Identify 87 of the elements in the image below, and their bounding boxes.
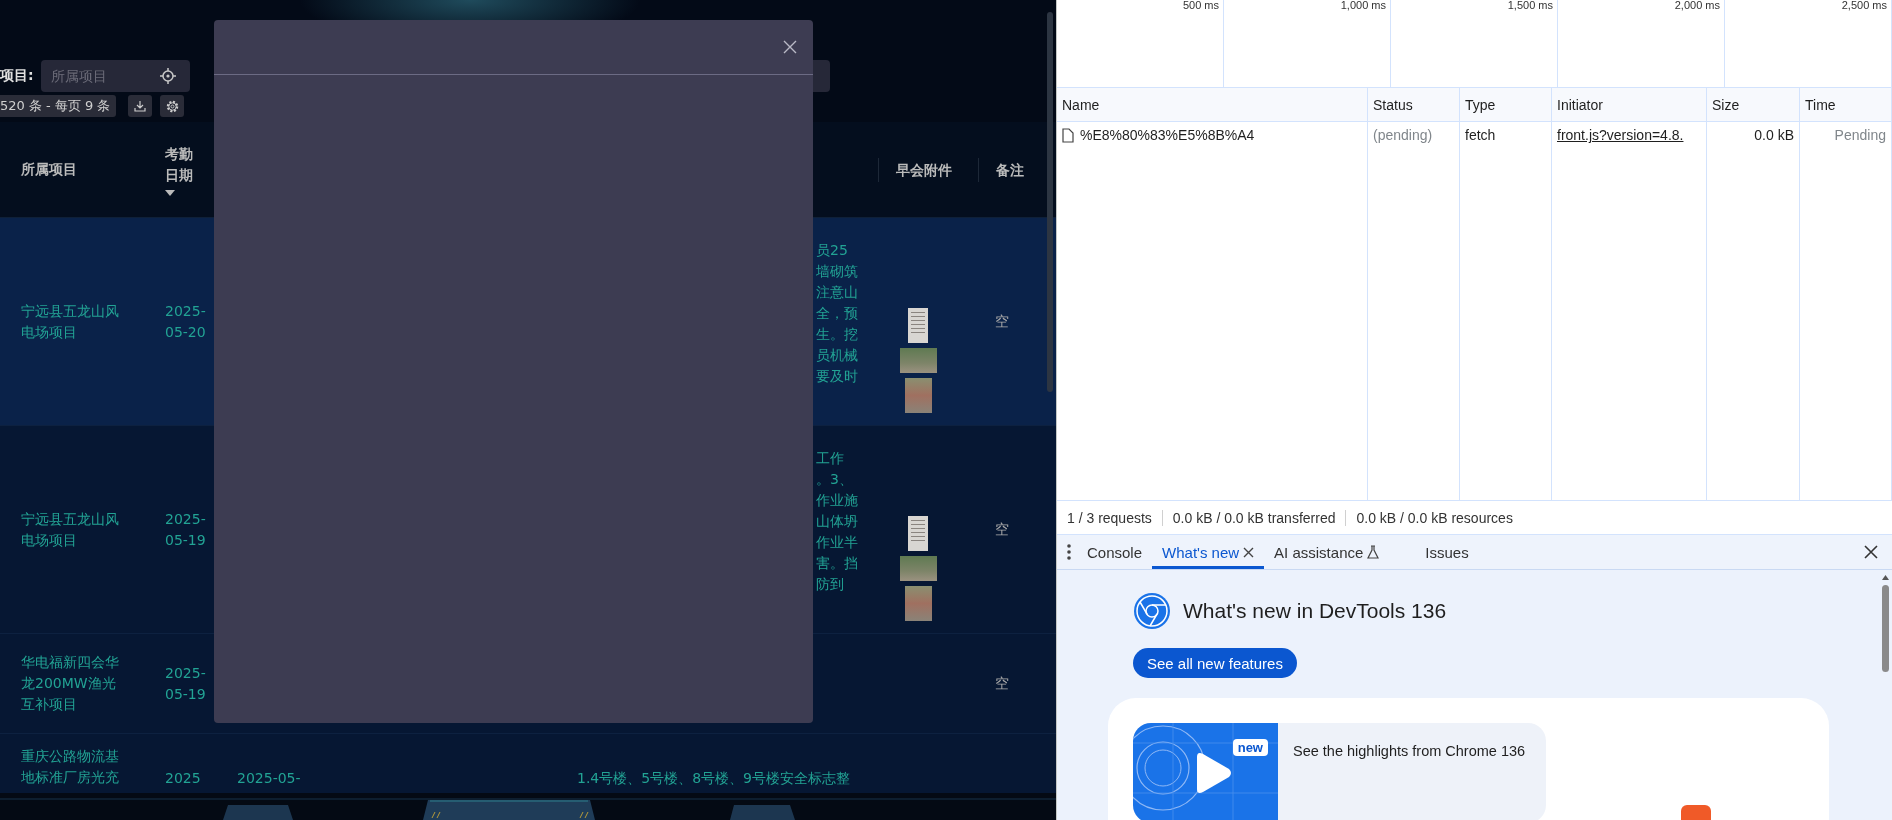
- scroll-up-arrow-icon: [1882, 575, 1889, 580]
- request-type: fetch: [1460, 122, 1552, 148]
- settings-button[interactable]: [160, 95, 185, 117]
- close-icon: [783, 40, 797, 54]
- attendance-date: 2025-05-19: [165, 509, 207, 550]
- description-fragment: 山体坍: [816, 512, 859, 531]
- panel-tab[interactable]: Console: [1077, 535, 1153, 569]
- close-button[interactable]: [1862, 543, 1880, 561]
- devtools-logo-icon: [1133, 592, 1171, 630]
- request-name: %E8%80%83%E5%8B%A4: [1080, 127, 1255, 143]
- remark-text: 空: [995, 675, 1009, 691]
- remark-text: 空: [995, 313, 1009, 329]
- whats-new-title: What's new in DevTools 136: [1183, 599, 1447, 623]
- description-fragment: 员25: [816, 241, 849, 260]
- tick-label: 1,500 ms: [1507, 0, 1553, 11]
- project-name: 重庆公路物流基地标准厂房光充: [21, 747, 120, 787]
- project-name: 华电福新四会华龙200MW渔光互补项目: [21, 653, 120, 714]
- column-header: Size: [1707, 88, 1800, 122]
- video-caption: See the highlights from Chrome 136: [1292, 742, 1527, 761]
- date-text: 2025-05-: [237, 770, 301, 786]
- description-fragment: 害。挡: [816, 554, 859, 573]
- photo-placeholder[interactable]: [899, 556, 937, 581]
- close-icon: [1864, 545, 1878, 559]
- settings-icon: [165, 99, 179, 113]
- description-fragment: 作业施: [816, 491, 859, 510]
- request-time: Pending: [1800, 122, 1892, 148]
- description-fragment: 墙砌筑: [816, 262, 859, 281]
- video-thumbnail[interactable]: new: [1133, 723, 1278, 820]
- description-fragment: 防到: [816, 575, 845, 594]
- attendance-date: 2025: [165, 769, 202, 788]
- document-thumbnail[interactable]: [908, 308, 928, 343]
- panel-tab[interactable]: Issues: [1415, 535, 1479, 569]
- project-field[interactable]: 所属项目: [41, 60, 190, 92]
- crosshair-icon: [160, 68, 176, 84]
- column-header: 所属项目: [21, 160, 77, 177]
- column-header: Type: [1460, 88, 1552, 122]
- close-icon[interactable]: [1243, 546, 1255, 558]
- column-header: Name: [1057, 88, 1368, 122]
- document-thumbnail[interactable]: [908, 516, 928, 551]
- panel-tab[interactable]: What's new: [1152, 535, 1265, 569]
- attendance-date: 2025-05-19: [165, 663, 207, 704]
- description-fragment: 员机械: [816, 346, 859, 365]
- summary-text: 0.0 kB / 0.0 kB transferred: [1161, 509, 1346, 526]
- download-icon: [134, 100, 147, 112]
- tick-label: 2,500 ms: [1841, 0, 1887, 11]
- description-text: 1.4号楼、5号楼、8号楼、9号楼安全标志整: [577, 769, 851, 788]
- description-fragment: 全，预: [816, 304, 859, 323]
- description-fragment: 。3、: [816, 470, 854, 489]
- more-options-icon[interactable]: [1067, 544, 1071, 560]
- video-card[interactable]: new See the highlights from Chrome 136: [1133, 723, 1546, 820]
- see-all-features-button[interactable]: See all new features: [1133, 648, 1297, 678]
- description-fragment: 注意山: [816, 283, 859, 302]
- request-size: 0.0 kB: [1707, 122, 1800, 148]
- attendance-date: 2025-05-20: [165, 301, 207, 342]
- filter-label: 项目:: [0, 67, 35, 85]
- summary-text: 0.0 kB / 0.0 kB resources: [1345, 509, 1523, 526]
- column-header: Status: [1368, 88, 1460, 122]
- column-header: 早会附件: [896, 161, 952, 178]
- tick-label: 500 ms: [1182, 0, 1219, 11]
- column-header: Time: [1800, 88, 1892, 122]
- tick-label: 2,000 ms: [1674, 0, 1720, 11]
- pagination-info: 520 条 - 每页 9 条: [0, 95, 117, 117]
- photo-placeholder[interactable]: [899, 348, 937, 373]
- description-fragment: 工作: [816, 449, 845, 468]
- column-header: Initiator: [1552, 88, 1707, 122]
- scrollbar-thumb[interactable]: [1047, 12, 1053, 392]
- tick-label: 1,000 ms: [1340, 0, 1386, 11]
- new-badge: new: [1232, 739, 1268, 756]
- request-status: (pending): [1368, 122, 1460, 148]
- photo-placeholder[interactable]: [904, 378, 932, 413]
- column-header: 备注: [996, 161, 1024, 178]
- project-name: 宁远县五龙山风电场项目: [21, 301, 120, 342]
- photo-placeholder[interactable]: [904, 586, 932, 621]
- description-fragment: 生。挖: [816, 325, 859, 344]
- project-name: 宁远县五龙山风电场项目: [21, 509, 120, 550]
- summary-text: 1 / 3 requests: [1066, 509, 1153, 526]
- panel-tab[interactable]: AI assistance: [1264, 535, 1416, 569]
- file-icon: [1062, 127, 1074, 143]
- column-header: 考勤日期: [165, 144, 194, 185]
- download-button[interactable]: [128, 95, 153, 117]
- description-fragment: 要及时: [816, 367, 859, 386]
- scrollbar-thumb[interactable]: [1882, 585, 1889, 672]
- table-row[interactable]: 重庆公路物流基地标准厂房光充 2025 2025-05- 1.4号楼、5号楼、8号楼、9号楼安全标志整: [0, 734, 1056, 793]
- close-button[interactable]: [781, 38, 799, 56]
- description-fragment: 作业半: [816, 533, 859, 552]
- remark-text: 空: [995, 521, 1009, 537]
- initiator-link[interactable]: front.js?version=4.8.: [1557, 127, 1684, 143]
